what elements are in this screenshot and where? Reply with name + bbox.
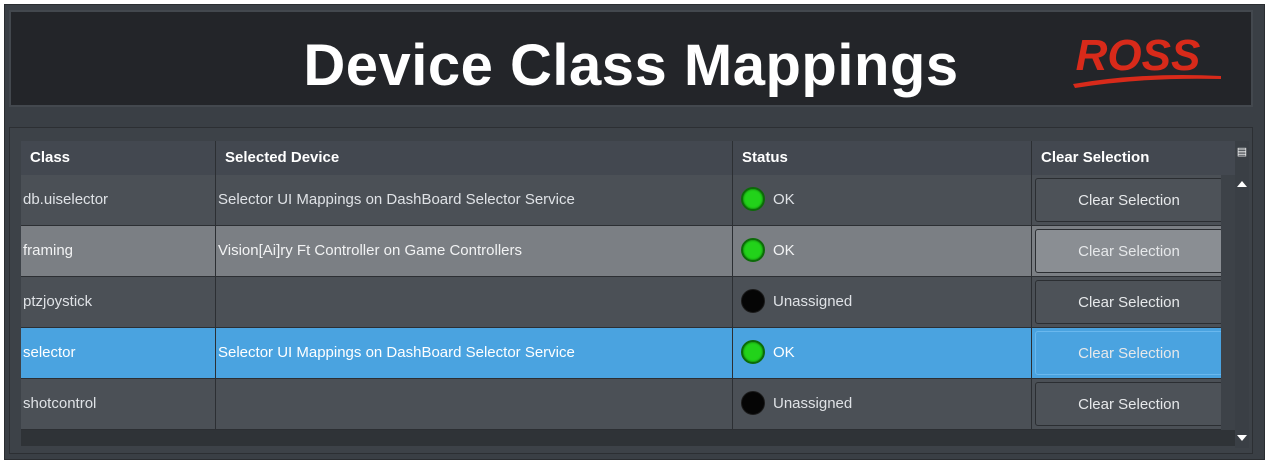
table-row[interactable]: framing Vision[Ai]ry Ft Controller on Ga…: [21, 226, 1221, 277]
green-status-icon: [741, 339, 765, 364]
class-cell: framing: [21, 226, 216, 276]
green-status-icon: [741, 186, 765, 211]
selected-device-cell: Vision[Ai]ry Ft Controller on Game Contr…: [216, 226, 733, 276]
status-cell: Unassigned: [733, 277, 1032, 327]
class-cell: shotcontrol: [21, 379, 216, 429]
clear-selection-button[interactable]: Clear Selection: [1035, 280, 1221, 324]
table-body: db.uiselector Selector UI Mappings on Da…: [21, 175, 1221, 430]
black-status-icon: [741, 390, 765, 415]
black-status-icon: [741, 288, 765, 313]
clear-selection-button[interactable]: Clear Selection: [1035, 382, 1221, 426]
status-text: OK: [773, 242, 795, 259]
clear-selection-cell: Clear Selection: [1032, 175, 1221, 225]
clear-selection-button[interactable]: Clear Selection: [1035, 229, 1221, 273]
class-cell: selector: [21, 328, 216, 378]
status-cell: OK: [733, 226, 1032, 276]
clear-selection-cell: Clear Selection: [1032, 328, 1221, 378]
clear-selection-button[interactable]: Clear Selection: [1035, 331, 1221, 375]
class-cell: ptzjoystick: [21, 277, 216, 327]
scroll-down-arrow-icon[interactable]: [1237, 435, 1247, 441]
selected-device-cell: Selector UI Mappings on DashBoard Select…: [216, 175, 733, 225]
status-text: OK: [773, 191, 795, 208]
status-text: Unassigned: [773, 395, 853, 412]
table-footer-strip: [21, 430, 1235, 446]
class-cell: db.uiselector: [21, 175, 216, 225]
column-header-selected-device[interactable]: Selected Device: [216, 141, 733, 175]
clear-selection-cell: Clear Selection: [1032, 226, 1221, 276]
selected-device-cell: Selector UI Mappings on DashBoard Select…: [216, 328, 733, 378]
status-text: Unassigned: [773, 293, 853, 310]
ross-logo-text: ROSS: [1076, 31, 1201, 80]
table-header: Class Selected Device Status Clear Selec…: [21, 141, 1235, 175]
table-row-selected[interactable]: selector Selector UI Mappings on DashBoa…: [21, 328, 1221, 379]
page-header: Device Class Mappings ROSS: [9, 10, 1253, 107]
status-text: OK: [773, 344, 795, 361]
clear-selection-cell: Clear Selection: [1032, 277, 1221, 327]
column-header-class[interactable]: Class: [21, 141, 216, 175]
vertical-scrollbar[interactable]: ▤: [1235, 141, 1249, 448]
clear-selection-cell: Clear Selection: [1032, 379, 1221, 429]
column-header-clear-selection[interactable]: Clear Selection: [1032, 141, 1235, 175]
mappings-table: Class Selected Device Status Clear Selec…: [9, 127, 1253, 454]
status-cell: OK: [733, 328, 1032, 378]
clear-selection-button[interactable]: Clear Selection: [1035, 178, 1221, 222]
table-row[interactable]: db.uiselector Selector UI Mappings on Da…: [21, 175, 1221, 226]
selected-device-cell: [216, 277, 733, 327]
table-row[interactable]: ptzjoystick Unassigned Clear Selection: [21, 277, 1221, 328]
scroll-up-arrow-icon[interactable]: [1237, 181, 1247, 187]
column-chooser-icon[interactable]: ▤: [1236, 147, 1248, 158]
status-cell: Unassigned: [733, 379, 1032, 429]
column-header-status[interactable]: Status: [733, 141, 1032, 175]
ross-logo: ROSS: [1073, 31, 1221, 88]
green-status-icon: [741, 237, 765, 262]
status-cell: OK: [733, 175, 1032, 225]
selected-device-cell: [216, 379, 733, 429]
table-row[interactable]: shotcontrol Unassigned Clear Selection: [21, 379, 1221, 430]
